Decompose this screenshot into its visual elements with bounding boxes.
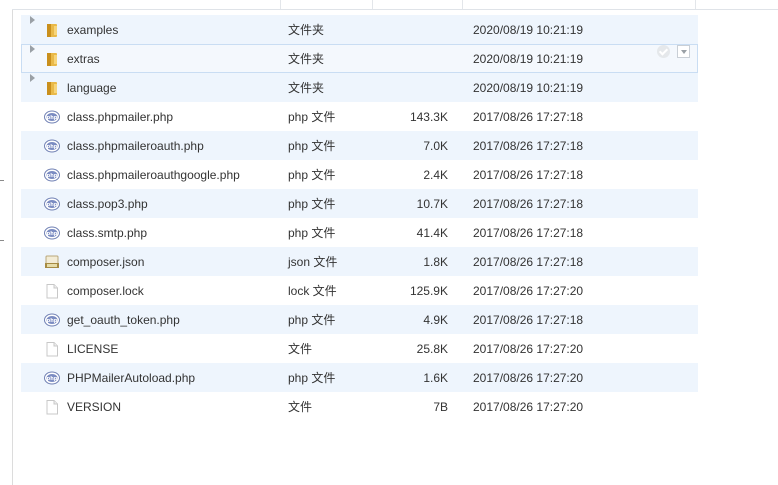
file-size: 125.9K — [409, 284, 448, 298]
json-file-icon — [44, 255, 60, 269]
file-modified-date: 2017/08/26 17:27:18 — [473, 110, 584, 124]
file-name[interactable]: class.phpmaileroauthgoogle.php — [67, 161, 240, 189]
file-row[interactable]: class.phpmaileroauth.php php 文件 7.0K 2017/0… — [21, 131, 698, 160]
file-type: php 文件 — [288, 371, 336, 385]
file-type: lock 文件 — [288, 284, 337, 298]
file-modified-date: 2017/08/26 17:27:20 — [473, 284, 584, 298]
file-type: 文件夹 — [288, 52, 325, 66]
file-type: 文件夹 — [288, 81, 325, 95]
file-row[interactable]: class.phpmaileroauthgoogle.php php 文件 2.4K… — [21, 160, 698, 189]
column-separator[interactable] — [462, 0, 463, 9]
file-name[interactable]: composer.lock — [67, 277, 144, 305]
file-size: 1.8K — [423, 255, 448, 269]
file-type: php 文件 — [288, 168, 336, 182]
file-icon — [46, 284, 58, 299]
file-row[interactable]: get_oauth_token.php php 文件 4.9K 2017/08/26 … — [21, 305, 698, 334]
file-type: php 文件 — [288, 226, 336, 240]
column-separator[interactable] — [372, 0, 373, 9]
file-type: json 文件 — [288, 255, 338, 269]
file-list: examples 文件夹 2020/08/19 10:21:19 extras 文件夹 2… — [21, 15, 698, 421]
file-type: php 文件 — [288, 110, 336, 124]
file-name[interactable]: VERSION — [67, 393, 121, 421]
left-pane-mark — [0, 180, 4, 181]
file-name[interactable]: class.pop3.php — [67, 190, 148, 218]
file-name[interactable]: composer.json — [67, 248, 144, 276]
file-row[interactable]: composer.lock lock 文件 125.9K 2017/08/26 17:… — [21, 276, 698, 305]
column-separator[interactable] — [280, 0, 281, 9]
file-row[interactable]: composer.json json 文件 1.8K 2017/08/26 17:27… — [21, 247, 698, 276]
left-pane-mark — [0, 240, 4, 241]
file-modified-date: 2017/08/26 17:27:20 — [473, 371, 584, 385]
file-modified-date: 2020/08/19 10:21:19 — [473, 81, 584, 95]
file-type: 文件夹 — [288, 23, 325, 37]
file-name[interactable]: examples — [67, 16, 118, 44]
file-type: 文件 — [288, 400, 313, 414]
column-header — [12, 0, 778, 10]
file-name[interactable]: language — [67, 74, 116, 102]
file-size: 1.6K — [423, 371, 448, 385]
php-file-icon — [44, 226, 60, 240]
check-icon[interactable] — [657, 45, 670, 58]
file-size: 7B — [433, 400, 448, 414]
file-modified-date: 2017/08/26 17:27:20 — [473, 342, 584, 356]
file-modified-date: 2020/08/19 10:21:19 — [473, 52, 584, 66]
file-type: 文件 — [288, 342, 313, 356]
php-file-icon — [44, 139, 60, 153]
file-row[interactable]: class.pop3.php php 文件 10.7K 2017/08/26 17:2… — [21, 189, 698, 218]
php-file-icon — [44, 110, 60, 124]
folder-icon — [47, 82, 57, 95]
expand-arrow-icon[interactable] — [30, 16, 35, 24]
file-type: php 文件 — [288, 139, 336, 153]
file-row[interactable]: PHPMailerAutoload.php php 文件 1.6K 2017/08/2… — [21, 363, 698, 392]
file-icon — [46, 342, 58, 357]
dropdown-icon[interactable] — [677, 45, 690, 58]
file-modified-date: 2017/08/26 17:27:18 — [473, 255, 584, 269]
file-modified-date: 2017/08/26 17:27:18 — [473, 139, 584, 153]
file-modified-date: 2020/08/19 10:21:19 — [473, 23, 584, 37]
file-row[interactable]: VERSION 文件 7B 2017/08/26 17:27:20 — [21, 392, 698, 421]
folder-icon — [47, 24, 57, 37]
file-modified-date: 2017/08/26 17:27:18 — [473, 313, 584, 327]
file-row[interactable]: class.phpmailer.php php 文件 143.3K 2017/08/2… — [21, 102, 698, 131]
file-size: 7.0K — [423, 139, 448, 153]
file-modified-date: 2017/08/26 17:27:18 — [473, 168, 584, 182]
folder-icon — [47, 53, 57, 66]
expand-arrow-icon[interactable] — [30, 74, 35, 82]
file-size: 143.3K — [409, 110, 448, 124]
file-name[interactable]: PHPMailerAutoload.php — [67, 364, 195, 392]
file-row[interactable]: LICENSE 文件 25.8K 2017/08/26 17:27:20 — [21, 334, 698, 363]
php-file-icon — [44, 371, 60, 385]
file-name[interactable]: class.phpmaileroauth.php — [67, 132, 204, 160]
file-name[interactable]: class.smtp.php — [67, 219, 147, 247]
file-size: 25.8K — [416, 342, 448, 356]
file-name[interactable]: LICENSE — [67, 335, 118, 363]
php-file-icon — [44, 168, 60, 182]
php-file-icon — [44, 197, 60, 211]
column-separator[interactable] — [695, 0, 696, 9]
file-row[interactable]: class.smtp.php php 文件 41.4K 2017/08/26 17:2… — [21, 218, 698, 247]
file-modified-date: 2017/08/26 17:27:18 — [473, 226, 584, 240]
file-size: 10.7K — [416, 197, 448, 211]
file-name[interactable]: get_oauth_token.php — [67, 306, 180, 334]
left-pane — [0, 0, 13, 485]
file-modified-date: 2017/08/26 17:27:18 — [473, 197, 584, 211]
file-type: php 文件 — [288, 313, 336, 327]
folder-row[interactable]: examples 文件夹 2020/08/19 10:21:19 — [21, 15, 698, 44]
file-size: 41.4K — [416, 226, 448, 240]
file-icon — [46, 400, 58, 415]
file-size: 2.4K — [423, 168, 448, 182]
expand-arrow-icon[interactable] — [30, 45, 35, 53]
folder-row[interactable]: extras 文件夹 2020/08/19 10:21:19 — [21, 44, 698, 73]
file-type: php 文件 — [288, 197, 336, 211]
php-file-icon — [44, 313, 60, 327]
folder-row[interactable]: language 文件夹 2020/08/19 10:21:19 — [21, 73, 698, 102]
file-name[interactable]: class.phpmailer.php — [67, 103, 173, 131]
file-modified-date: 2017/08/26 17:27:20 — [473, 400, 584, 414]
file-name[interactable]: extras — [67, 45, 100, 73]
file-size: 4.9K — [423, 313, 448, 327]
